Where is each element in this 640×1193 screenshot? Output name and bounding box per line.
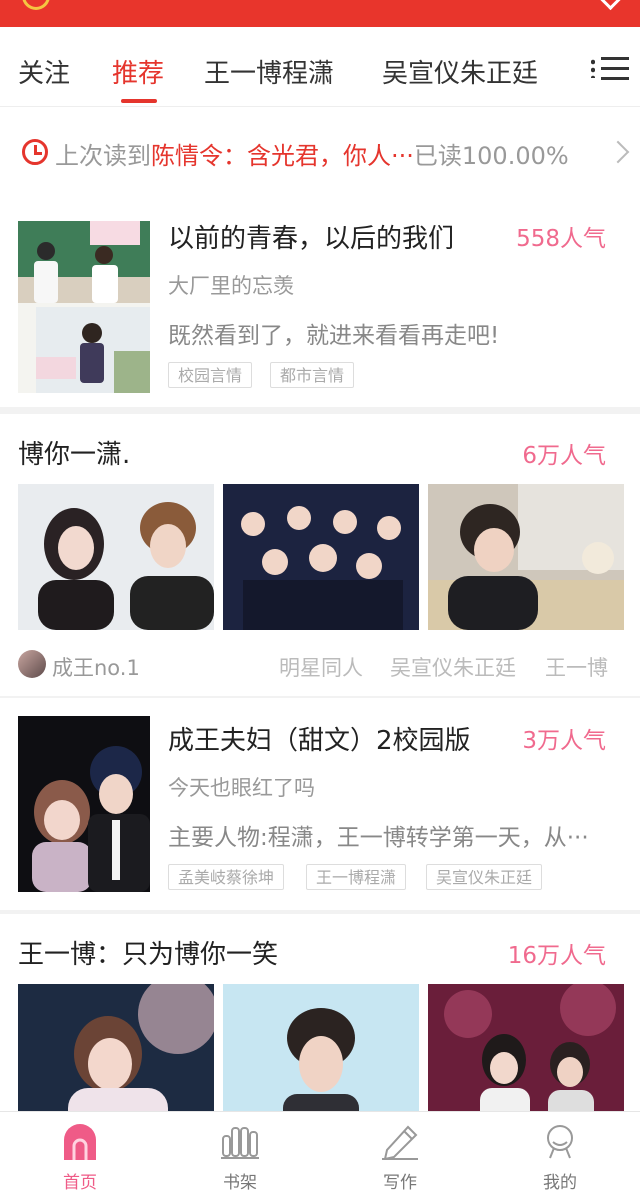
tab-wangyibo-chengxiao[interactable]: 王一博程潇 bbox=[204, 53, 334, 90]
category-menu-icon[interactable] bbox=[589, 53, 631, 83]
bottom-navigation: 首页 书架 写作 我的 bbox=[0, 1111, 640, 1193]
book-author: 大厂里的忘羡 bbox=[168, 274, 294, 298]
pen-icon bbox=[382, 1125, 418, 1160]
book-card[interactable]: 成王夫妇（甜文）2校园版 3万人气 今天也眼红了吗 主要人物:程潇，王一博转学第… bbox=[0, 698, 640, 910]
book-title[interactable]: 成王夫妇（甜文）2校园版 bbox=[168, 720, 471, 757]
tab-recommended[interactable]: 推荐 bbox=[112, 53, 164, 90]
tab-wuxuanyi-zhuzhengting[interactable]: 吴宣仪朱正廷 bbox=[382, 53, 538, 90]
last-read-prefix: 上次读到 bbox=[55, 142, 151, 170]
nav-profile[interactable]: 我的 bbox=[480, 1112, 640, 1193]
nav-bookshelf-label: 书架 bbox=[223, 1173, 257, 1193]
book-description: 既然看到了，就进来看看再走吧! bbox=[168, 323, 500, 349]
collection-image-1[interactable] bbox=[18, 484, 214, 630]
nav-write[interactable]: 写作 bbox=[320, 1112, 480, 1193]
book-cover bbox=[18, 716, 150, 892]
collection-image-3[interactable] bbox=[428, 984, 624, 1111]
collection-card[interactable]: 王一博：只为博你一笑 16万人气 bbox=[0, 914, 640, 1111]
last-read-progress: 已读100.00% bbox=[413, 142, 569, 170]
collection-image-2[interactable] bbox=[223, 984, 419, 1111]
last-read-book: 陈情令：含光君，你人··· bbox=[151, 142, 414, 170]
book-popularity: 558人气 bbox=[516, 226, 606, 252]
collection-tag[interactable]: 吴宣仪朱正廷 bbox=[390, 652, 516, 682]
collection-popularity: 16万人气 bbox=[507, 943, 606, 969]
book-popularity: 3万人气 bbox=[522, 728, 606, 754]
book-tag[interactable]: 校园言情 bbox=[168, 362, 253, 388]
active-tab-indicator bbox=[121, 99, 157, 103]
collection-title[interactable]: 王一博：只为博你一笑 bbox=[18, 934, 278, 971]
last-read-text: 上次读到陈情令：含光君，你人···已读100.00% bbox=[55, 136, 569, 171]
bookshelf-icon bbox=[221, 1127, 259, 1159]
nav-write-label: 写作 bbox=[383, 1173, 417, 1193]
chevron-down-icon[interactable] bbox=[599, 0, 622, 11]
book-title[interactable]: 以前的青春，以后的我们 bbox=[168, 218, 454, 255]
book-description: 主要人物:程潇，王一博转学第一天，从··· bbox=[168, 825, 589, 851]
book-tag[interactable]: 都市言情 bbox=[270, 362, 355, 388]
tab-following[interactable]: 关注 bbox=[18, 53, 70, 90]
window-photo bbox=[428, 484, 624, 630]
nav-home-label: 首页 bbox=[63, 1173, 97, 1193]
book-card[interactable]: 以前的青春，以后的我们 558人气 大厂里的忘羡 既然看到了，就进来看看再走吧!… bbox=[0, 200, 640, 408]
book-cover bbox=[18, 221, 150, 393]
book-tag[interactable]: 王一博程潇 bbox=[306, 864, 407, 890]
collection-tag[interactable]: 明星同人 bbox=[279, 652, 363, 682]
book-cover-image bbox=[18, 221, 150, 393]
category-tabs: 关注 推荐 王一博程潇 吴宣仪朱正廷 bbox=[0, 27, 640, 107]
portrait-photo bbox=[223, 984, 419, 1111]
book-tag[interactable]: 孟美岐蔡徐坤 bbox=[168, 864, 285, 890]
book-author: 今天也眼红了吗 bbox=[168, 776, 315, 800]
nav-bookshelf[interactable]: 书架 bbox=[160, 1112, 320, 1193]
uploader-name[interactable]: 成王no.1 bbox=[52, 652, 140, 682]
collection-image-2[interactable] bbox=[223, 484, 419, 630]
couple-photo bbox=[18, 484, 214, 630]
collection-tag[interactable]: 王一博 bbox=[545, 652, 608, 682]
uploader-avatar[interactable] bbox=[18, 650, 46, 678]
book-cover-image bbox=[18, 716, 150, 892]
top-bar bbox=[0, 0, 640, 27]
nav-home[interactable]: 首页 bbox=[0, 1112, 160, 1193]
collection-popularity: 6万人气 bbox=[522, 443, 606, 469]
last-read-banner[interactable]: 上次读到陈情令：含光君，你人···已读100.00% bbox=[0, 106, 640, 200]
collection-card[interactable]: 博你一潇. 6万人气 成王no.1 明星同人 吴宣仪朱正廷 王一博 bbox=[0, 414, 640, 696]
collection-title[interactable]: 博你一潇. bbox=[18, 434, 130, 471]
app-logo-icon bbox=[22, 0, 50, 10]
nav-profile-label: 我的 bbox=[543, 1173, 577, 1193]
stage-photo bbox=[18, 984, 214, 1111]
collection-image-1[interactable] bbox=[18, 984, 214, 1111]
book-tag[interactable]: 吴宣仪朱正廷 bbox=[426, 864, 543, 890]
chevron-right-icon bbox=[606, 140, 630, 164]
group-photo bbox=[223, 484, 419, 630]
clock-icon bbox=[22, 139, 48, 165]
home-icon bbox=[64, 1124, 96, 1160]
event-photo bbox=[428, 984, 624, 1111]
profile-icon bbox=[547, 1125, 573, 1159]
collection-image-3[interactable] bbox=[428, 484, 624, 630]
section-divider bbox=[0, 407, 640, 414]
